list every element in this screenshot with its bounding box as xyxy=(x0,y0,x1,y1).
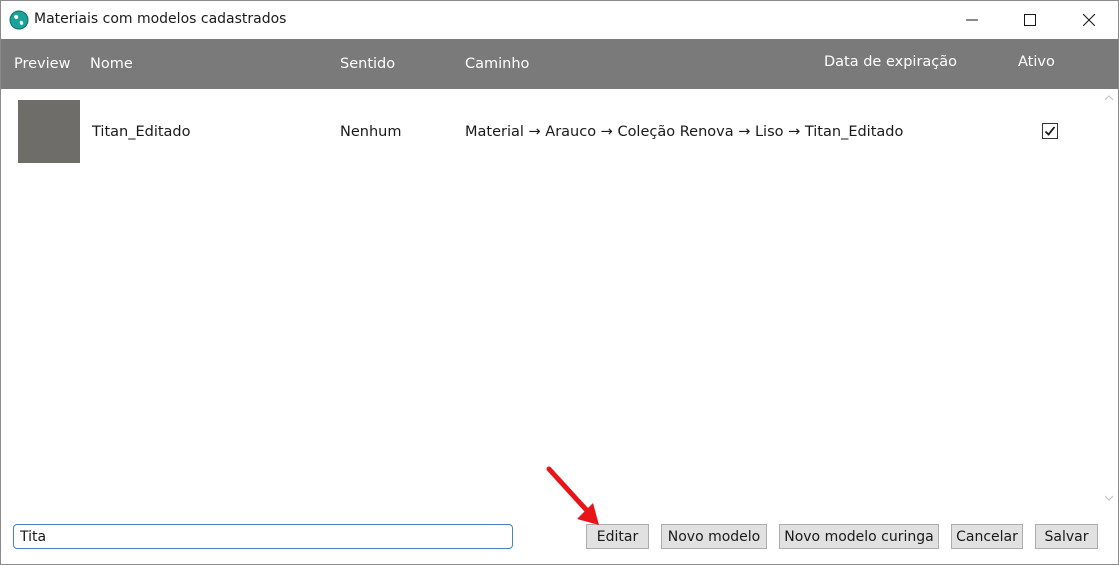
header-nome[interactable]: Nome xyxy=(90,56,133,72)
cell-sentido: Nenhum xyxy=(340,124,402,140)
materials-grid: Titan_Editado Nenhum Material → Arauco →… xyxy=(1,89,1100,511)
grid-header: Preview Nome Sentido Caminho Data de exp… xyxy=(1,39,1118,89)
material-preview-thumbnail xyxy=(18,100,80,163)
header-ativo[interactable]: Ativo xyxy=(1018,54,1055,70)
dialog-window: Materiais com modelos cadastrados Previe… xyxy=(0,0,1119,565)
editar-button[interactable]: Editar xyxy=(586,524,649,549)
minimize-button[interactable] xyxy=(944,1,1000,38)
scroll-up-icon[interactable] xyxy=(1103,93,1115,103)
globe-icon xyxy=(9,10,29,30)
window-title: Materiais com modelos cadastrados xyxy=(34,11,287,27)
vertical-scrollbar[interactable] xyxy=(1100,89,1118,511)
minimize-icon xyxy=(966,19,978,20)
table-row[interactable]: Titan_Editado Nenhum Material → Arauco →… xyxy=(1,89,1100,175)
header-preview[interactable]: Preview xyxy=(14,56,70,72)
scroll-down-icon[interactable] xyxy=(1103,493,1115,503)
close-icon xyxy=(1083,13,1095,26)
cell-caminho: Material → Arauco → Coleção Renova → Lis… xyxy=(465,124,904,140)
cell-nome: Titan_Editado xyxy=(92,124,191,140)
cancelar-button[interactable]: Cancelar xyxy=(951,524,1023,549)
maximize-icon xyxy=(1024,13,1036,26)
check-icon xyxy=(1044,126,1056,136)
novo-modelo-button[interactable]: Novo modelo xyxy=(661,524,767,549)
ativo-checkbox[interactable] xyxy=(1042,123,1058,139)
title-bar: Materiais com modelos cadastrados xyxy=(1,1,1118,38)
search-input[interactable] xyxy=(13,524,513,549)
salvar-button[interactable]: Salvar xyxy=(1035,524,1098,549)
maximize-button[interactable] xyxy=(1002,1,1058,38)
header-data-expiracao[interactable]: Data de expiração xyxy=(824,54,957,70)
close-button[interactable] xyxy=(1061,1,1117,38)
header-sentido[interactable]: Sentido xyxy=(340,56,395,72)
novo-modelo-curinga-button[interactable]: Novo modelo curinga xyxy=(779,524,939,549)
header-caminho[interactable]: Caminho xyxy=(465,56,529,72)
